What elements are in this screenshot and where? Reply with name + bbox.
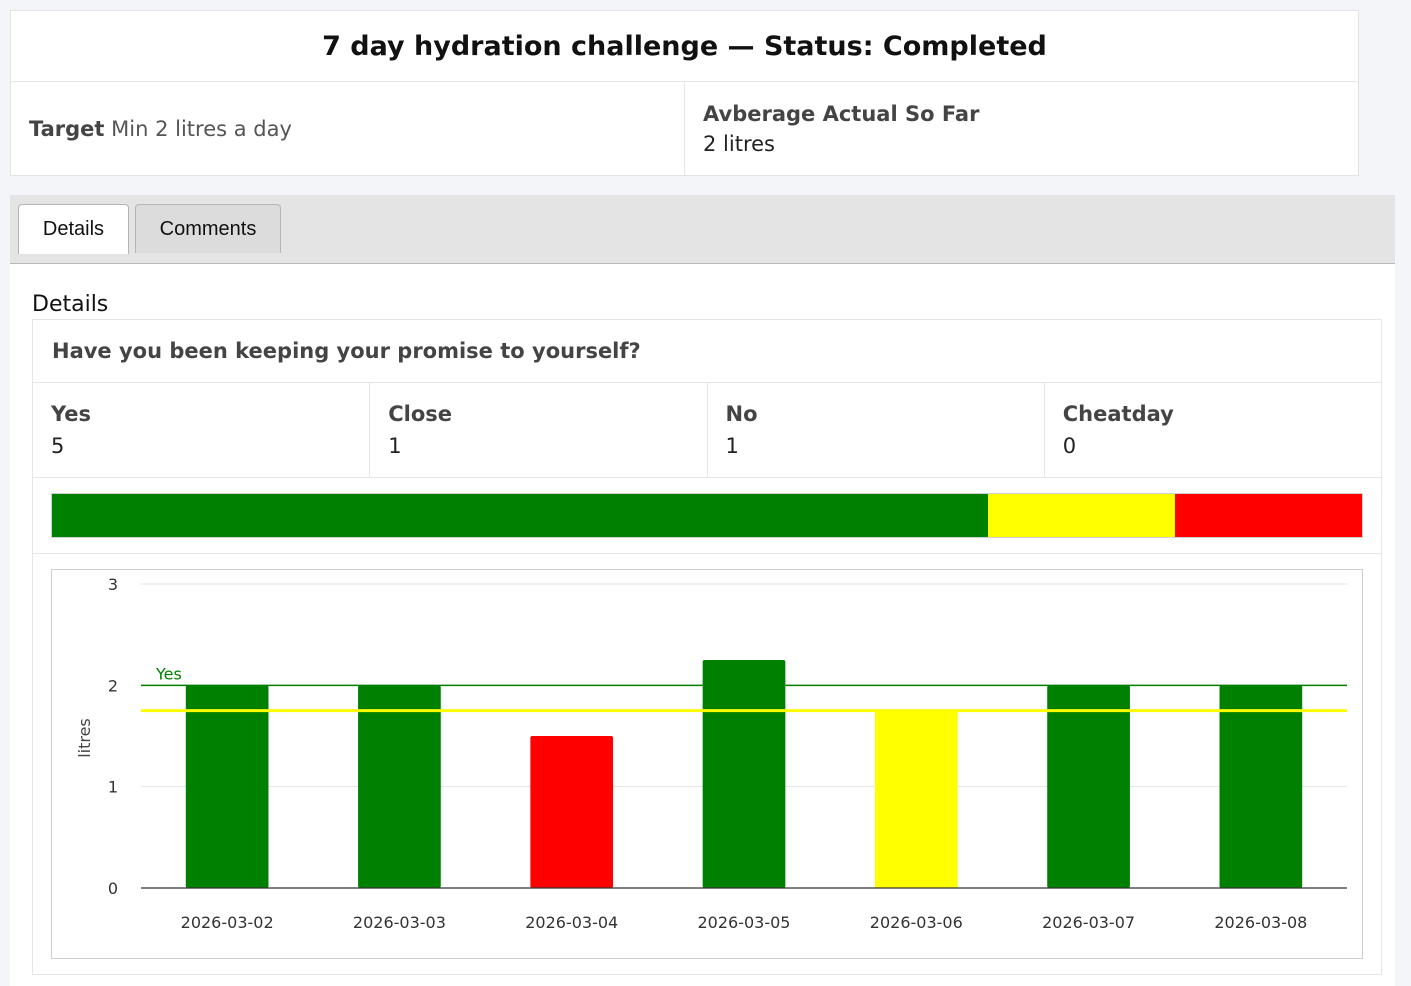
y-axis-label: litres: [75, 718, 94, 758]
stat-close-value: 1: [388, 434, 402, 458]
header-summary-row: Target Min 2 litres a day Avberage Actua…: [11, 82, 1358, 176]
header-card: 7 day hydration challenge — Status: Comp…: [10, 10, 1359, 176]
average-label: Avberage Actual So Far: [703, 102, 980, 126]
x-tick-label: 2026-03-05: [698, 913, 791, 932]
progress-wrap: [33, 478, 1381, 554]
x-tick-label: 2026-03-04: [525, 913, 618, 932]
stat-cheatday: Cheatday 0: [1043, 383, 1381, 477]
panel-question: Have you been keeping your promise to yo…: [33, 320, 1381, 383]
target-label: Target: [29, 117, 105, 141]
stat-yes-label: Yes: [51, 402, 92, 426]
bar: [530, 736, 614, 888]
promise-panel: Have you been keeping your promise to yo…: [32, 319, 1382, 975]
bar: [702, 660, 786, 888]
stat-yes-value: 5: [51, 434, 65, 458]
stat-no-label: No: [725, 402, 758, 426]
tab-bar: Details Comments: [10, 195, 1395, 264]
y-tick-label: 3: [108, 575, 118, 594]
bar: [358, 685, 441, 888]
page-title: 7 day hydration challenge — Status: Comp…: [11, 11, 1358, 82]
average-value: 2 litres: [703, 132, 775, 156]
status-progress-bar: [51, 493, 1363, 538]
stats-row: Yes 5 Close 1 No 1 Cheatday 0: [33, 383, 1381, 478]
stat-cheatday-value: 0: [1062, 434, 1077, 458]
reference-line-label: Yes: [155, 664, 182, 683]
bar: [874, 710, 958, 888]
chart-svg: 0 1 2 3 litres 2026-03-02 2026-03-03 2026-03-04…: [75, 575, 1347, 932]
y-tick-label: 0: [108, 879, 118, 898]
x-tick-label: 2026-03-03: [353, 913, 446, 932]
bar: [1219, 685, 1303, 888]
bar: [185, 685, 269, 888]
progress-segment-yes: [52, 494, 988, 537]
stat-no-value: 1: [725, 434, 739, 458]
x-tick-label: 2026-03-06: [870, 913, 963, 932]
y-tick-label: 2: [108, 676, 118, 695]
tab-comments[interactable]: Comments: [135, 204, 281, 253]
tab-content: Details Have you been keeping your promi…: [10, 264, 1395, 986]
progress-segment-no: [1174, 494, 1362, 537]
x-tick-label: 2026-03-07: [1042, 913, 1135, 932]
section-heading: Details: [32, 292, 109, 317]
tab-details[interactable]: Details: [18, 204, 129, 254]
stat-close-label: Close: [388, 402, 453, 426]
stat-no: No 1: [706, 383, 1044, 477]
stat-yes: Yes 5: [33, 383, 369, 477]
average-cell: Avberage Actual So Far 2 litres: [684, 82, 1358, 176]
x-tick-label: 2026-03-02: [181, 913, 274, 932]
target-cell: Target Min 2 litres a day: [11, 82, 684, 176]
stat-cheatday-label: Cheatday: [1062, 402, 1174, 426]
y-tick-label: 1: [108, 778, 118, 797]
stat-close: Close 1: [369, 383, 706, 477]
target-value: Min 2 litres a day: [111, 117, 292, 141]
bar: [1047, 685, 1130, 888]
progress-segment-close: [987, 494, 1175, 537]
hydration-chart: 0 1 2 3 litres 2026-03-02 2026-03-03 2026-03-04…: [51, 569, 1363, 959]
x-tick-label: 2026-03-08: [1214, 913, 1307, 932]
